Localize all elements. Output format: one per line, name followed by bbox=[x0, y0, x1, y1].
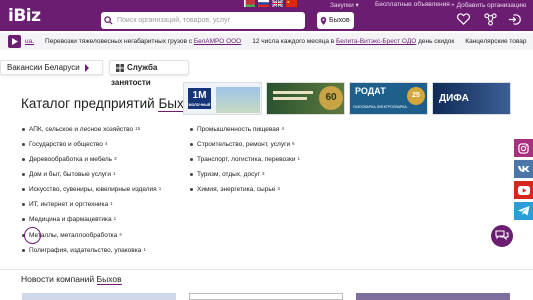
employment-service-label-line2: занятости bbox=[111, 78, 151, 87]
ticker-item[interactable]: Канцелярские товар bbox=[465, 38, 526, 45]
chevron-right-icon bbox=[84, 63, 89, 72]
network-button[interactable] bbox=[481, 11, 499, 27]
category-item[interactable]: Полиграфия, издательство, упаковка 1 bbox=[22, 247, 146, 254]
bullet bbox=[190, 173, 193, 176]
category-item[interactable]: Транспорт, логистика, перевозки 1 bbox=[190, 156, 300, 163]
flag-uk-icon[interactable] bbox=[272, 0, 283, 7]
youtube-button[interactable] bbox=[514, 181, 533, 199]
banner-photo bbox=[216, 87, 260, 113]
vacancies-label: Вакансии Беларуси bbox=[7, 63, 80, 72]
bullet bbox=[22, 173, 25, 176]
instagram-icon bbox=[518, 142, 529, 154]
bullet bbox=[190, 158, 193, 161]
news-card[interactable] bbox=[189, 293, 343, 300]
vk-button[interactable] bbox=[514, 160, 533, 178]
search-placeholder: Поиск организаций, товаров, услуг bbox=[117, 17, 231, 24]
banner-difa[interactable]: ДИФА bbox=[432, 82, 511, 115]
youtube-icon bbox=[517, 185, 530, 195]
divider bbox=[0, 269, 533, 270]
category-item[interactable]: Деревообработка и мебель 3 bbox=[22, 156, 117, 163]
bullet bbox=[190, 188, 193, 191]
bullet bbox=[22, 158, 25, 161]
news-ticker: ua. Перевозки тяжеловесных негабаритных … bbox=[0, 33, 533, 50]
ticker-play-button[interactable] bbox=[8, 35, 21, 48]
banner-logo: 1М МОЛОЧНЫЙ bbox=[188, 88, 211, 109]
category-item[interactable]: Туризм, отдых, досуг 3 bbox=[190, 171, 264, 178]
category-item[interactable]: Строительство, ремонт, услуги 6 bbox=[190, 141, 295, 148]
search-icon bbox=[104, 16, 113, 25]
language-flags bbox=[244, 0, 297, 8]
add-company-link[interactable]: + Добавить организацию bbox=[451, 2, 526, 9]
flag-cn-icon[interactable] bbox=[286, 0, 297, 7]
favorites-button[interactable] bbox=[454, 11, 472, 27]
telegram-icon bbox=[517, 206, 529, 216]
banner-rodat[interactable]: РОДАТ ГАЗОСВАРКА-ЭЛЕКТРОСВАРКА 25 bbox=[349, 82, 428, 115]
location-pin-icon bbox=[320, 16, 327, 25]
chat-icon bbox=[495, 230, 509, 241]
news-heading: Новости компаний Быхов bbox=[21, 274, 122, 285]
employment-service-icon bbox=[116, 63, 124, 72]
employment-service-button[interactable]: Служба bbox=[109, 60, 189, 75]
vk-icon bbox=[517, 166, 529, 172]
category-item[interactable]: Искусство, сувениры, ювелирные изделия 1 bbox=[22, 186, 161, 193]
heart-icon bbox=[456, 13, 470, 25]
banner-60[interactable]: 60 bbox=[266, 82, 345, 115]
login-button[interactable] bbox=[505, 11, 523, 27]
cursor-highlight bbox=[24, 227, 41, 244]
banner-logo: РОДАТ bbox=[355, 86, 386, 96]
network-icon bbox=[483, 12, 497, 26]
chat-button[interactable] bbox=[491, 225, 513, 247]
bullet bbox=[22, 249, 25, 252]
free-ads-link[interactable]: Бесплатные объявления bbox=[375, 1, 450, 8]
banner-logo: ДИФА bbox=[439, 93, 469, 104]
banner-subtitle: ГАЗОСВАРКА-ЭЛЕКТРОСВАРКА bbox=[353, 105, 407, 109]
ticker-item[interactable]: Перевозки тяжеловесных негабаритных груз… bbox=[45, 38, 241, 45]
bullet bbox=[190, 128, 193, 131]
site-logo[interactable]: iBiz bbox=[8, 6, 41, 26]
vacancies-button[interactable]: Вакансии Беларуси bbox=[0, 60, 103, 75]
bullet bbox=[22, 143, 25, 146]
category-item[interactable]: Дом и быт, бытовые услуги 1 bbox=[22, 171, 116, 178]
page-title: Каталог предприятий Быхов bbox=[21, 96, 199, 112]
bullet bbox=[22, 188, 25, 191]
employment-service-label: Служба bbox=[127, 63, 158, 72]
flag-ru-icon[interactable] bbox=[258, 0, 269, 7]
top-navbar: iBiz Закупки ▾ Бесплатные объявления + Д… bbox=[0, 0, 533, 31]
bullet bbox=[22, 203, 25, 206]
instagram-button[interactable] bbox=[514, 139, 533, 157]
ticker-item[interactable]: 12 числа каждого месяца в Белита-Витэкс-… bbox=[252, 38, 454, 45]
news-heading-city[interactable]: Быхов bbox=[96, 274, 122, 285]
category-item[interactable]: Медицина и фармацевтика 1 bbox=[22, 216, 116, 223]
category-item[interactable]: Промышленность пищевая 4 bbox=[190, 126, 284, 133]
news-card[interactable] bbox=[22, 293, 176, 300]
banner-text-line bbox=[273, 97, 307, 100]
purchases-dropdown[interactable]: Закупки ▾ bbox=[330, 1, 359, 9]
bullet bbox=[22, 128, 25, 131]
category-item[interactable]: ИТ, интернет и оргтехника 1 bbox=[22, 201, 113, 208]
ticker-item[interactable]: ua. bbox=[25, 38, 34, 45]
city-name: Быхов bbox=[329, 17, 350, 24]
category-item[interactable]: Государство и общество 4 bbox=[22, 141, 107, 148]
banner-text-line bbox=[273, 91, 313, 94]
banner-1m[interactable]: 1М МОЛОЧНЫЙ bbox=[183, 82, 262, 115]
category-item[interactable]: Химия, энергетика, сырье 3 bbox=[190, 186, 280, 193]
flag-by-icon[interactable] bbox=[244, 0, 255, 7]
bullet bbox=[22, 218, 25, 221]
banner-badge: 60 bbox=[319, 86, 343, 110]
city-selector[interactable]: Быхов bbox=[317, 12, 354, 29]
play-icon bbox=[11, 38, 18, 45]
login-icon bbox=[508, 13, 521, 25]
search-input[interactable]: Поиск организаций, товаров, услуг bbox=[101, 12, 305, 29]
telegram-button[interactable] bbox=[514, 202, 533, 220]
news-card[interactable] bbox=[356, 293, 510, 300]
banner-badge: 25 bbox=[407, 87, 425, 105]
bullet bbox=[190, 143, 193, 146]
category-item[interactable]: АПК, сельское и лесное хозяйство 15 bbox=[22, 126, 140, 133]
